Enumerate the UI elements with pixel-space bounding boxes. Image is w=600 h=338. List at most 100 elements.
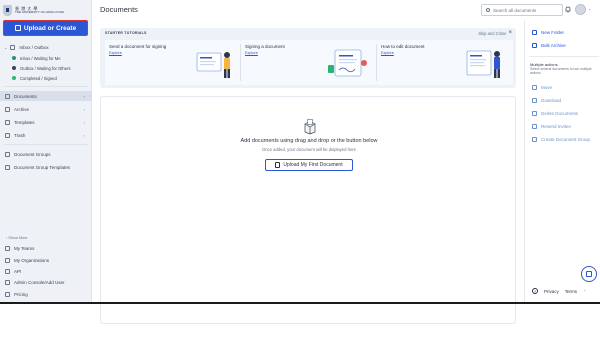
explore-link[interactable]: Explore [245,51,258,55]
sidebar-item-label: Trash [14,132,26,138]
close-icon: × [508,30,512,36]
right-actions-panel: New Folder Bulk Archive Multiple actions… [524,20,600,302]
status-dot-icon [12,76,16,80]
privacy-link[interactable]: Privacy [544,289,559,294]
show-more-toggle[interactable]: › Show More [6,236,28,240]
pricing-icon [5,291,10,297]
tutorial-card-send[interactable]: Send a document for signing Explore [105,40,241,85]
archive-icon [532,43,537,48]
tutorial-illustration-icon [466,50,500,78]
sidebar-subitem-outbox[interactable]: Outbox / Waiting for Others [0,64,92,72]
upload-icon [14,25,21,31]
download-icon [532,98,537,103]
chat-icon [586,271,592,277]
action-label: Download [541,98,562,103]
app-window: 香 港 大 學 THE UNIVERSITY OF HONG KONG Uplo… [0,0,600,324]
new-folder-label: New Folder [541,30,565,35]
sidebar-item-label: Archive [14,106,30,112]
sidebar-item-api[interactable]: API [0,266,92,276]
sidebar-subitem-inbox[interactable]: Inbox / Waiting for Me [0,54,92,62]
document-group-templates-icon [5,164,10,170]
tutorial-title: How to edit document [381,44,425,49]
sidebar-item-trash[interactable]: Trash › [0,130,92,140]
chevron-down-icon[interactable]: ⌄ [588,6,591,11]
divider [4,86,88,87]
file-upload-icon [275,162,281,168]
document-dropzone[interactable]: Add documents using drag and drop or the… [100,96,516,324]
logo-en-text: THE UNIVERSITY OF HONG KONG [15,9,65,14]
sidebar-item-label: Document Group Templates [14,164,70,170]
trash-icon [532,111,537,116]
document-group-icon [532,137,537,142]
search-box[interactable] [481,4,563,16]
tutorial-card-signing[interactable]: Signing a document Explore [241,40,377,85]
sidebar-item-document-group-templates[interactable]: Document Group Templates [0,162,92,172]
download-action[interactable]: Download [532,98,561,103]
resend-invites-action[interactable]: Resend Invites [532,124,571,129]
tutorial-illustration-icon [196,52,230,78]
inbox-icon [10,44,16,50]
new-folder-button[interactable]: New Folder [532,30,564,35]
sidebar-item-my-teams[interactable]: My Teams [0,243,92,253]
sidebar-item-document-groups[interactable]: Document Groups [0,149,92,159]
archive-icon [5,106,10,112]
header: Documents ⌄ [92,0,600,20]
chat-fab-button[interactable] [581,266,597,282]
help-icon[interactable]: ? [532,288,538,294]
sidebar-item-label: Completed / Signed [20,75,57,81]
bulk-archive-button[interactable]: Bulk Archive [532,43,566,48]
bulk-archive-label: Bulk Archive [541,43,566,48]
folder-plus-icon [532,30,537,35]
sidebar-item-label: My Teams [14,245,35,251]
sidebar-item-label: API [14,268,22,274]
sidebar-item-pricing[interactable]: Pricing [0,289,92,299]
upload-first-document-button[interactable]: Upload My First Document [265,159,353,171]
starter-tutorials-panel: STARTER TUTORIALS Skip and Close × Send … [100,28,516,88]
sidebar-item-inbox-outbox[interactable]: ⌄ Inbox / Outbox [0,42,92,52]
sidebar-item-label: My Organizations [14,257,50,263]
action-label: Create Document Group [541,137,591,142]
page-title: Documents [100,5,138,14]
resend-icon [532,124,537,129]
create-document-group-action[interactable]: Create Document Group [532,137,590,142]
skip-and-close-button[interactable]: Skip and Close × [478,30,512,36]
tutorial-illustration-icon [328,49,367,77]
tutorial-title: Signing a document [245,44,285,49]
tutorial-title: Send a document for signing [109,44,167,49]
trash-icon [5,132,10,138]
sidebar-item-archive[interactable]: Archive › [0,104,92,114]
sidebar-item-label: Pricing [14,291,28,297]
document-groups-icon [5,151,10,157]
sidebar-item-label: Admin Console/Add User [14,279,65,285]
sidebar-item-my-organizations[interactable]: My Organizations [0,255,92,265]
upload-or-create-button[interactable]: Upload or Create [3,20,88,36]
document-box-icon [304,119,316,135]
search-input[interactable] [493,7,553,13]
sidebar-item-templates[interactable]: Templates › [0,117,92,127]
chevron-up-icon[interactable]: ⌃ [583,289,586,294]
sidebar-subitem-completed[interactable]: Completed / Signed [0,74,92,82]
move-action[interactable]: Move [532,85,552,90]
divider [529,56,599,57]
sidebar-item-label: Document Groups [14,151,51,157]
tutorial-card-edit[interactable]: How to edit document Explore [377,40,513,85]
crest-icon [3,4,12,16]
bell-icon[interactable] [565,6,571,13]
documents-icon [5,93,10,99]
chevron-right-icon: › [83,93,85,99]
sidebar-item-admin-console[interactable]: Admin Console/Add User [0,277,92,287]
api-icon [5,268,10,274]
chevron-down-icon: ⌄ [4,44,8,50]
status-dot-icon [12,66,16,70]
sidebar: 香 港 大 學 THE UNIVERSITY OF HONG KONG Uplo… [0,0,92,302]
delete-documents-action[interactable]: Delete Documents [532,111,578,116]
explore-link[interactable]: Explore [109,51,122,55]
status-dot-icon [12,56,16,60]
avatar[interactable] [575,4,586,15]
sidebar-item-documents[interactable]: Documents › [0,91,92,101]
explore-link[interactable]: Explore [381,51,394,55]
skip-label: Skip and Close [478,30,507,36]
sidebar-item-label: Documents [14,93,37,99]
university-logo[interactable]: 香 港 大 學 THE UNIVERSITY OF HONG KONG [3,2,89,18]
terms-link[interactable]: Terms [565,289,577,294]
